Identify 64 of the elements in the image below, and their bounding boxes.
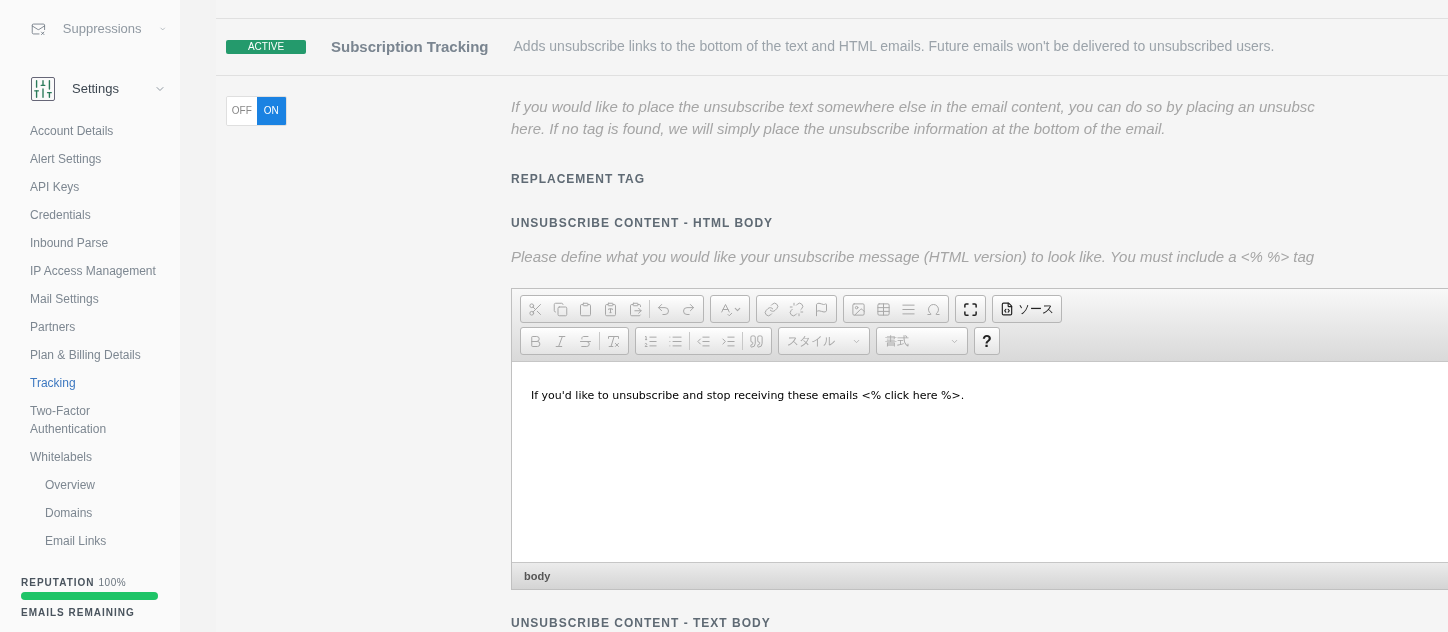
bullet-list-icon [668, 333, 683, 349]
paste-icon [578, 301, 593, 317]
horizontal-lines-icon [901, 301, 916, 317]
table-icon [876, 301, 891, 317]
section-heading: REPLACEMENT TAG [511, 170, 647, 188]
reputation-label: REPUTATION [21, 576, 95, 590]
toggle-on-label: ON [256, 96, 286, 125]
sidebar-item[interactable]: Domains [0, 499, 163, 527]
sidebar-item[interactable]: IP Access Management [0, 257, 163, 285]
element-path[interactable]: body [524, 567, 551, 585]
setting-description: Adds unsubscribe links to the bottom of the text and HTML emails. Future emails won't be delivered to unsubscribed users. [513, 37, 1275, 57]
image-icon [851, 301, 866, 317]
sidebar-item[interactable]: Partners [0, 313, 163, 341]
quote-icon [749, 333, 764, 349]
sidebar-item[interactable]: Plan & Billing Details [0, 341, 163, 369]
sidebar-item[interactable]: Alert Settings [0, 145, 163, 173]
section-heading: UNSUBSCRIBE CONTENT - TEXT BODY [511, 615, 772, 632]
reputation-value: 100% [98, 576, 127, 590]
link-icon [764, 301, 779, 317]
source-button[interactable]: ソース [995, 298, 1059, 320]
toggle-off-label: OFF [227, 96, 257, 125]
sidebar-item[interactable]: Two-Factor Authentication [0, 397, 163, 443]
numbered-list-icon [643, 333, 658, 349]
sidebar-item[interactable]: Whitelabels [0, 443, 163, 471]
omega-icon [926, 301, 941, 317]
sidebar-item[interactable]: Email Links [0, 527, 163, 555]
redo-icon [681, 301, 696, 317]
strikethrough-icon [578, 333, 593, 349]
sidebar-item[interactable]: Inbound Parse [0, 229, 163, 257]
editor-text: If you'd like to unsubscribe and stop receiving these emails <% click here %>. [531, 389, 965, 402]
emails-remaining-label: EMAILS REMAINING [20, 608, 136, 618]
on-off-toggle[interactable]: OFF ON [226, 95, 287, 126]
editor-content-area[interactable]: If you'd like to unsubscribe and stop receiving these emails <% click here %>. [512, 362, 1448, 562]
status-badge: ACTIVE [226, 39, 306, 54]
outdent-icon [696, 333, 711, 349]
spellcheck-icon [718, 301, 733, 317]
nav-section[interactable]: Settings [0, 75, 180, 103]
sidebar-item[interactable]: Tracking [0, 369, 163, 397]
paste-word-icon [628, 301, 643, 317]
remove-format-icon [606, 333, 621, 349]
sidebar-item[interactable]: Overview [0, 471, 163, 499]
unlink-icon [789, 301, 804, 317]
undo-icon [656, 301, 671, 317]
hint-text: Please define what you would like your unsubscribe message (HTML version) to look like. You must include a <% %> tag [511, 246, 1316, 267]
cut-icon [528, 301, 543, 317]
sidebar-item[interactable]: Credentials [0, 201, 163, 229]
copy-icon [553, 301, 568, 317]
help-button[interactable]: ? [977, 330, 997, 352]
sidebar-item[interactable]: API Keys [0, 173, 163, 201]
italic-icon [553, 333, 568, 349]
paste-text-icon [603, 301, 618, 317]
intro-text: here. If no tag is found, we will simply place the unsubscribe information at the bottom of the email. [511, 118, 1167, 139]
bold-icon [528, 333, 543, 349]
flag-icon [814, 301, 829, 317]
section-heading: UNSUBSCRIBE CONTENT - HTML BODY [511, 214, 775, 232]
setting-title: Subscription Tracking [331, 36, 489, 57]
nav-section[interactable]: Suppressions [0, 15, 180, 43]
sidebar-item[interactable]: Account Details [0, 117, 163, 145]
sliders-icon [31, 77, 55, 101]
indent-icon [721, 333, 736, 349]
maximize-icon [963, 301, 978, 317]
document-code-icon [1000, 302, 1014, 316]
sidebar-item[interactable]: Mail Settings [0, 285, 163, 313]
intro-text: If you would like to place the unsubscribe text somewhere else in the email content, you can do so by placing an unsubsc [511, 96, 1316, 117]
